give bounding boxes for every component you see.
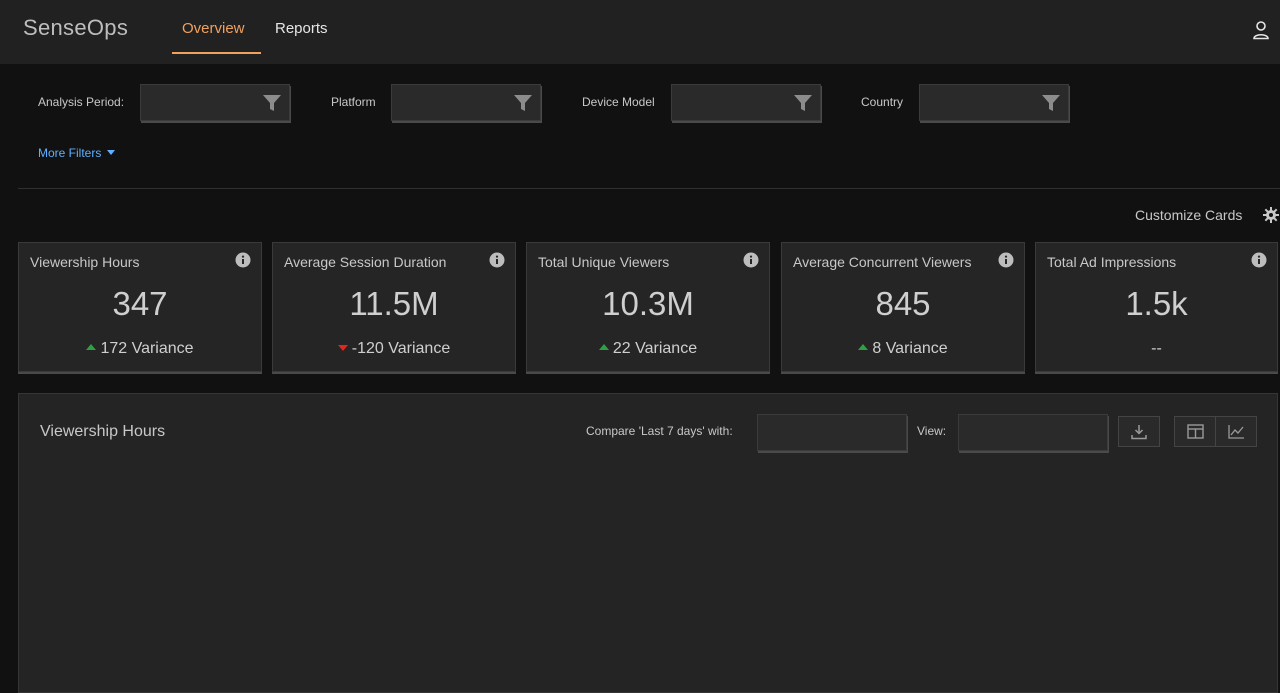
kpi-card-viewership-hours: Viewership Hours 347 172 Variance — [18, 242, 262, 372]
section-divider — [18, 188, 1280, 189]
trend-up-icon — [86, 344, 97, 350]
info-icon[interactable] — [998, 252, 1014, 268]
view-select[interactable] — [958, 414, 1108, 451]
view-label: View: — [917, 424, 947, 438]
country-label: Country — [861, 95, 904, 109]
chart-view-button[interactable] — [1215, 416, 1257, 447]
device-model-label: Device Model — [582, 95, 655, 109]
card-value: 845 — [875, 285, 931, 322]
card-title: Total Ad Impressions — [1047, 254, 1177, 270]
card-title: Average Session Duration — [284, 254, 447, 270]
kpi-card-average-concurrent-viewers: Average Concurrent Viewers 845 8 Varianc… — [781, 242, 1025, 372]
analysis-period-label: Analysis Period: — [38, 95, 125, 109]
table-view-button[interactable] — [1174, 416, 1216, 447]
line-chart-icon — [1228, 425, 1244, 439]
customize-cards-button[interactable]: Customize Cards — [1135, 207, 1242, 223]
compare-select[interactable] — [757, 414, 907, 451]
info-icon[interactable] — [743, 252, 759, 268]
app-logo: SenseOps — [23, 15, 129, 40]
active-tab-indicator — [172, 52, 261, 54]
card-title: Average Concurrent Viewers — [793, 254, 972, 270]
more-filters-label: More Filters — [38, 146, 102, 160]
tab-overview[interactable]: Overview — [182, 20, 245, 37]
download-button[interactable] — [1118, 416, 1160, 447]
more-filters-link[interactable]: More Filters — [38, 146, 115, 160]
filter-icon — [1042, 95, 1060, 111]
platform-select[interactable] — [391, 84, 541, 121]
card-value: 1.5k — [1125, 285, 1188, 322]
card-value: 10.3M — [602, 285, 694, 322]
info-icon[interactable] — [1251, 252, 1267, 268]
table-icon — [1187, 424, 1204, 439]
filter-icon — [794, 95, 812, 111]
compare-label: Compare 'Last 7 days' with: — [586, 424, 733, 438]
variance-text: -- — [1151, 340, 1162, 357]
device-model-select[interactable] — [671, 84, 821, 121]
card-title: Total Unique Viewers — [538, 254, 670, 270]
info-icon[interactable] — [489, 252, 505, 268]
kpi-card-total-ad-impressions: Total Ad Impressions 1.5k -- — [1035, 242, 1278, 372]
tab-reports[interactable]: Reports — [275, 20, 328, 37]
viewership-chart-panel: Viewership Hours Compare 'Last 7 days' w… — [18, 393, 1278, 693]
filter-icon — [514, 95, 532, 111]
trend-up-icon — [598, 344, 609, 350]
country-select[interactable] — [919, 84, 1069, 121]
card-variance: 8 Variance — [782, 340, 1024, 358]
gear-icon[interactable] — [1263, 207, 1279, 223]
filter-icon — [263, 95, 281, 111]
user-icon[interactable] — [1252, 20, 1270, 40]
variance-text: 22 Variance — [612, 340, 698, 357]
trend-down-icon — [337, 345, 348, 351]
variance-text: 8 Variance — [872, 340, 948, 357]
card-variance: -120 Variance — [273, 340, 515, 358]
platform-label: Platform — [331, 95, 376, 109]
caret-down-icon — [106, 150, 115, 155]
kpi-card-total-unique-viewers: Total Unique Viewers 10.3M 22 Variance — [526, 242, 770, 372]
variance-text: -120 Variance — [351, 340, 451, 357]
analysis-period-select[interactable] — [140, 84, 290, 121]
card-value: 11.5M — [349, 285, 439, 322]
variance-text: 172 Variance — [100, 340, 194, 357]
trend-up-icon — [858, 344, 869, 350]
kpi-card-average-session-duration: Average Session Duration 11.5M -120 Vari… — [272, 242, 516, 372]
card-value: 347 — [112, 285, 168, 322]
card-variance: 22 Variance — [527, 340, 769, 358]
card-variance: -- — [1036, 340, 1277, 358]
download-icon — [1131, 425, 1147, 440]
top-nav: SenseOps Overview Reports — [0, 0, 1280, 64]
card-variance: 172 Variance — [19, 340, 261, 358]
card-title: Viewership Hours — [30, 254, 140, 270]
info-icon[interactable] — [235, 252, 251, 268]
panel-title: Viewership Hours — [40, 423, 166, 440]
